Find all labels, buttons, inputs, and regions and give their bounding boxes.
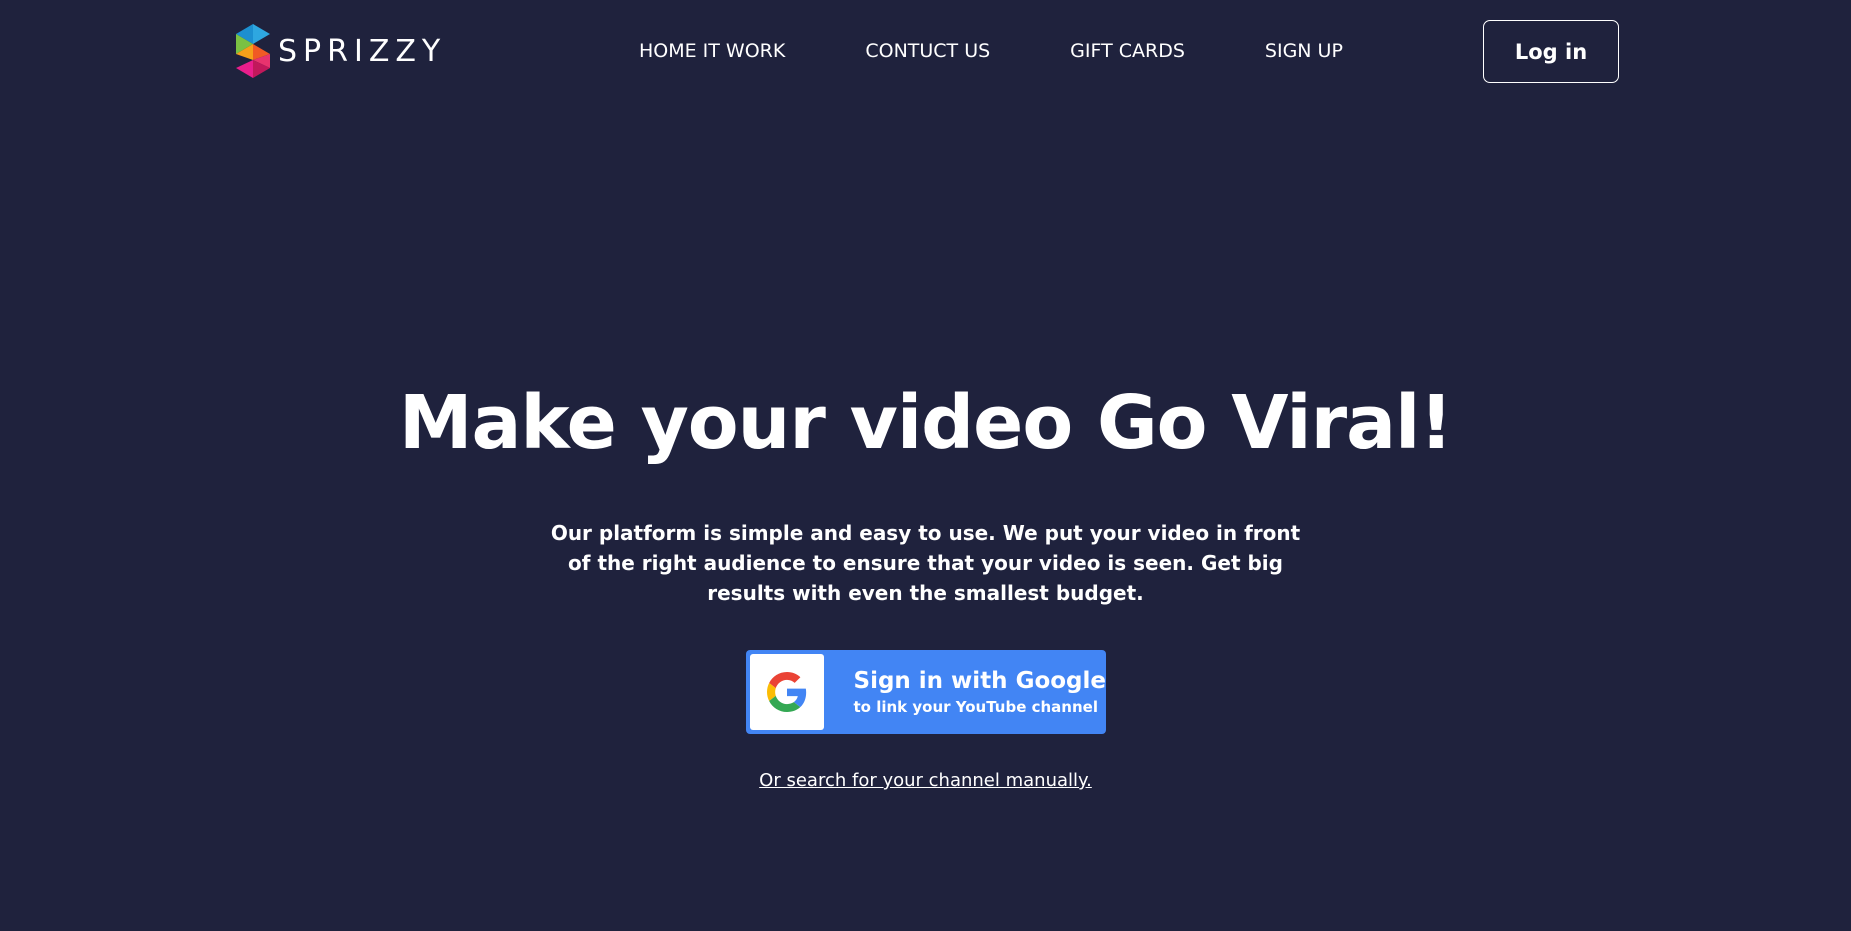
google-icon-container	[750, 654, 824, 730]
logo-text: SPRIZZY	[278, 33, 447, 69]
google-button-text: Sign in with Google to link your YouTube…	[854, 668, 1107, 716]
nav-link-gift-cards[interactable]: GIFT CARDS	[1070, 40, 1185, 62]
brand-logo[interactable]: SPRIZZY	[236, 24, 446, 78]
hero-title: Make your video Go Viral!	[398, 380, 1453, 466]
google-button-subtitle: to link your YouTube channel	[853, 698, 1098, 716]
google-g-icon	[766, 672, 806, 712]
nav-link-how-it-work[interactable]: HOME IT WORK	[639, 40, 785, 62]
hero-description: Our platform is simple and easy to use. …	[550, 521, 1301, 605]
manual-search-link[interactable]: Or search for your channel manually.	[0, 770, 1851, 791]
nav-link-contact-us[interactable]: CONTUCT US	[865, 40, 990, 62]
sprizzy-logo-icon	[236, 24, 270, 78]
main-nav: HOME IT WORK CONTUCT US GIFT CARDS SIGN …	[639, 40, 1343, 62]
google-button-title: Sign in with Google	[853, 668, 1107, 694]
google-sign-in-button[interactable]: Sign in with Google to link your YouTube…	[746, 650, 1106, 734]
page: SPRIZZY HOME IT WORK CONTUCT US GIFT CAR…	[0, 0, 1851, 931]
login-button[interactable]: Log in	[1483, 20, 1619, 83]
nav-link-sign-up[interactable]: SIGN UP	[1265, 40, 1343, 62]
